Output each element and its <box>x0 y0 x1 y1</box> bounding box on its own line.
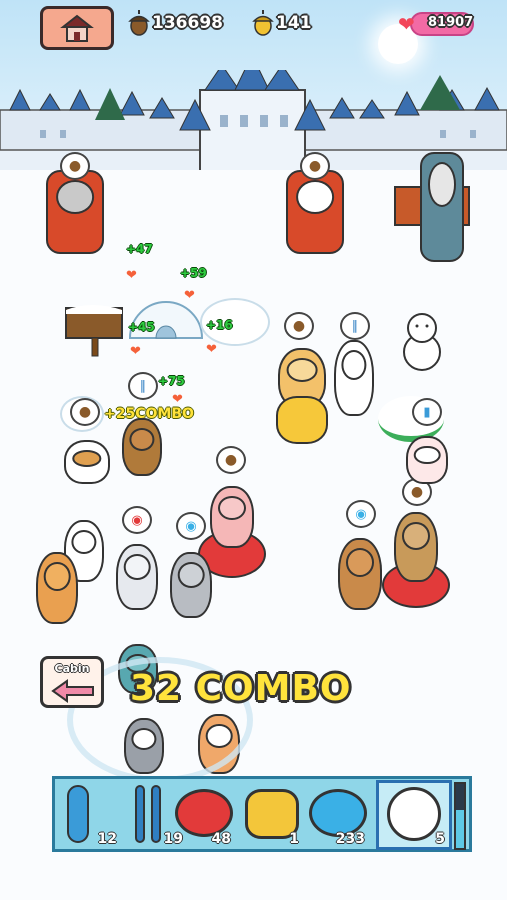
acorn-icon: ● <box>292 318 306 334</box>
wooden-sign <box>65 305 123 357</box>
dog-animal[interactable] <box>394 512 438 582</box>
cat-animal[interactable] <box>338 538 382 610</box>
cabin-label: Cabin <box>54 662 90 675</box>
inventory-slot-red-tube[interactable]: 48 <box>173 783 235 847</box>
thought-bubble: ● <box>216 446 246 474</box>
heart-icon: ❤ <box>206 342 217 357</box>
red-tube-icon <box>175 789 233 837</box>
red-tube-icon: ◉ <box>131 512 143 528</box>
thought-bubble: ∥ <box>128 372 158 400</box>
cabin-button[interactable]: Cabin <box>40 656 104 708</box>
reward-popup: +59 <box>180 266 207 280</box>
energy-meter <box>454 782 466 850</box>
thought-bubble: ◉ <box>176 512 206 540</box>
pig-animal[interactable] <box>210 486 254 548</box>
inventory-slot-snowboard[interactable]: 12 <box>59 783 121 847</box>
snowboard-icon: ▮ <box>423 404 431 420</box>
heart-icon: ❤ <box>172 392 183 407</box>
heart-icon: ❤ <box>126 268 137 283</box>
acorn-icon: ● <box>68 158 82 174</box>
combo-banner: 32 COMBO <box>130 668 352 709</box>
rabbit-animal[interactable] <box>334 340 374 416</box>
pig-animal[interactable] <box>406 436 448 484</box>
thought-bubble: ● <box>284 312 314 340</box>
thought-bubble: ◉ <box>346 500 376 528</box>
acorn-icon: ● <box>224 452 238 468</box>
blue-tube-icon: ◉ <box>185 518 197 534</box>
thought-bubble: ● <box>300 152 330 180</box>
thought-bubble: ▮ <box>412 398 442 426</box>
golden-acorn-icon <box>252 10 274 36</box>
snowball-icon <box>387 787 441 841</box>
item-count: 48 <box>211 831 231 847</box>
reward-popup: +75 <box>158 374 185 388</box>
reward-popup: +16 <box>206 318 233 332</box>
arrow-left-icon <box>51 679 94 703</box>
bear-animal[interactable] <box>116 544 158 610</box>
inventory-slot-blue-tube[interactable]: 233 <box>307 783 369 847</box>
item-inventory-bar: 12 19 48 1 233 5 <box>52 776 472 852</box>
vendor-animal <box>420 152 464 262</box>
reward-popup: +45 <box>128 320 155 334</box>
snowman <box>403 313 441 371</box>
sled-seat-right <box>286 170 344 254</box>
acorn-icon: ● <box>78 404 92 420</box>
blue-tube-icon: ◉ <box>355 506 367 522</box>
acorn-counter: 136698 <box>128 10 223 36</box>
cat-animal[interactable] <box>36 552 78 624</box>
hearts-count: 81907 <box>428 15 474 30</box>
acorn-icon: ● <box>410 484 424 500</box>
blue-tube-icon <box>309 789 367 837</box>
hearts-counter: 81907 <box>410 12 474 36</box>
heart-icon: ❤ <box>130 344 141 359</box>
skis-icon: ∥ <box>351 318 359 334</box>
inventory-slot-yellow-sled[interactable]: 1 <box>241 783 303 847</box>
dog-animal[interactable] <box>64 440 110 484</box>
thought-bubble: ● <box>70 398 100 426</box>
snowboard-icon <box>67 785 89 843</box>
golden-acorn-count: 141 <box>276 13 312 33</box>
reward-popup: +47 <box>126 242 153 256</box>
home-button[interactable] <box>40 6 114 50</box>
item-count: 1 <box>289 831 299 847</box>
acorn-icon: ● <box>308 158 322 174</box>
yellow-sled <box>276 396 328 444</box>
inventory-slot-snowball[interactable]: 5 <box>376 780 452 850</box>
acorn-icon <box>128 10 150 36</box>
sled-seat-left <box>46 170 104 254</box>
acorn-count: 136698 <box>152 13 223 33</box>
item-count: 5 <box>435 831 445 847</box>
energy-meter-fill <box>456 809 464 848</box>
item-count: 12 <box>97 831 117 847</box>
heart-icon: ❤ <box>398 12 415 36</box>
cat-animal[interactable] <box>170 552 212 618</box>
thought-bubble: ∥ <box>340 312 370 340</box>
skis-icon: ∥ <box>139 378 147 394</box>
heart-icon: ❤ <box>184 288 195 303</box>
thought-bubble: ● <box>60 152 90 180</box>
item-count: 233 <box>335 831 365 847</box>
house-icon <box>60 14 94 42</box>
thought-bubble: ◉ <box>122 506 152 534</box>
skis-icon <box>135 785 165 843</box>
golden-acorn-counter: 141 <box>252 10 312 36</box>
bear-animal[interactable] <box>122 418 162 476</box>
